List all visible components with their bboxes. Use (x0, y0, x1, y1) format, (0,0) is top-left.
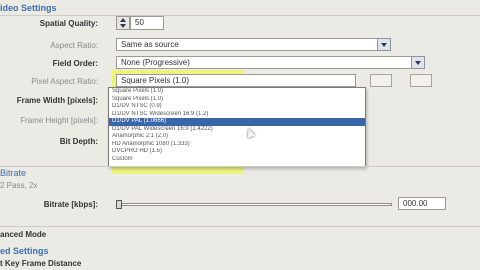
field-order-select[interactable]: None (Progressive) (116, 56, 412, 69)
pixel-aspect-ratio-label: Pixel Aspect Ratio: (31, 77, 98, 86)
video-settings-heading: ideo Settings (0, 3, 57, 13)
dropdown-option[interactable]: D1/DV NTSC (0.9) (109, 103, 365, 111)
dropdown-option[interactable]: Square Pixels (1.0) (109, 88, 365, 96)
pixel-aspect-extra-button-2[interactable] (410, 74, 432, 87)
dropdown-option[interactable]: DVCPRO HD (1.5) (109, 148, 365, 156)
aspect-ratio-select[interactable]: Same as source (116, 38, 378, 51)
dropdown-option[interactable]: D1/DV PAL Widescreen 16:9 (1.4222) (109, 126, 365, 134)
dropdown-option-selected[interactable]: D1/DV PAL (1.0666) (109, 118, 365, 126)
pixel-aspect-ratio-dropdown-list[interactable]: Square Pixels (1.0) Square Pixels (1.0) … (108, 87, 366, 167)
aspect-ratio-label: Aspect Ratio: (50, 41, 98, 50)
section-divider (0, 166, 480, 167)
advanced-mode-label: anced Mode (0, 230, 47, 239)
dropdown-option[interactable]: D1/DV NTSC Widescreen 16:9 (1.2) (109, 111, 365, 119)
pixel-aspect-extra-button[interactable] (370, 74, 392, 87)
chevron-down-icon (381, 42, 387, 47)
field-order-dropdown-button[interactable] (411, 56, 425, 69)
spatial-quality-stepper[interactable] (116, 16, 130, 30)
field-order-label: Field Order: (52, 59, 98, 68)
aspect-ratio-dropdown-button[interactable] (377, 38, 391, 51)
bitrate-input[interactable]: 000.00 (398, 197, 446, 210)
bitrate-slider-track[interactable] (116, 203, 392, 206)
section-divider (0, 15, 480, 16)
stepper-down-icon[interactable] (117, 23, 129, 29)
dropdown-option[interactable]: Custom (109, 156, 365, 164)
bitrate-mode-label: 2 Pass, 2x (0, 181, 38, 190)
spatial-quality-label: Spatial Quality: (39, 19, 98, 28)
pixel-aspect-ratio-select[interactable]: Square Pixels (1.0) (116, 74, 356, 87)
bitrate-label: Bitrate [kbps]: (43, 200, 98, 209)
dropdown-option[interactable]: Square Pixels (1.0) (109, 96, 365, 104)
chevron-down-icon (415, 60, 421, 65)
frame-height-label: Frame Height [pixels]: (20, 116, 98, 125)
bitrate-slider-thumb[interactable] (116, 200, 122, 209)
spatial-quality-input[interactable]: 50 (130, 16, 164, 30)
frame-width-label: Frame Width [pixels]: (16, 96, 98, 105)
section-divider (0, 226, 480, 227)
advanced-settings-heading: ed Settings (0, 246, 49, 256)
bit-depth-label: Bit Depth: (59, 137, 98, 146)
dropdown-option[interactable]: Anamorphic 2:1 (2.0) (109, 133, 365, 141)
dropdown-option[interactable]: HD Anamorphic 1080 (1.333) (109, 141, 365, 149)
bitrate-heading: Bitrate (0, 168, 27, 178)
key-frame-distance-label: t Key Frame Distance (0, 259, 82, 268)
